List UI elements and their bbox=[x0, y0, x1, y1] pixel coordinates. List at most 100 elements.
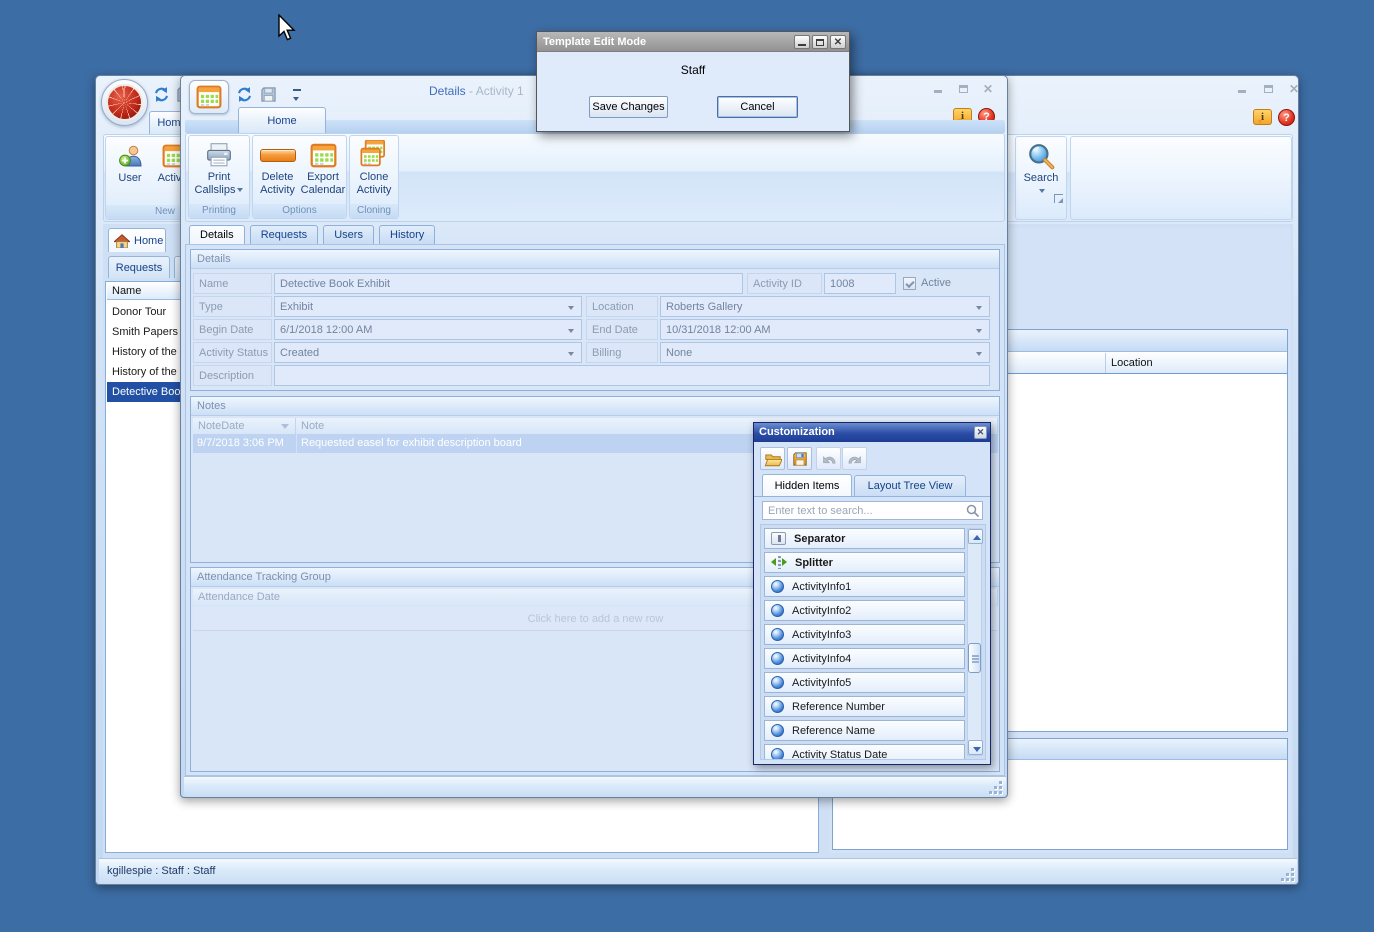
activity-status-combo[interactable]: Created bbox=[274, 342, 582, 363]
refresh-icon[interactable] bbox=[236, 86, 253, 106]
sidebar-tab-home-label: Home bbox=[134, 229, 163, 253]
resize-grip[interactable] bbox=[990, 782, 1002, 794]
tab-history[interactable]: History bbox=[379, 225, 435, 245]
close-icon[interactable]: ✕ bbox=[974, 426, 987, 439]
save-layout-button[interactable] bbox=[787, 447, 812, 470]
sidebar-tab-requests[interactable]: Requests bbox=[108, 256, 170, 278]
end-date-label: End Date bbox=[586, 319, 658, 340]
desktop: { "template_dialog": { "title": "Templat… bbox=[0, 0, 1374, 932]
export-calendar-label1: Export bbox=[300, 171, 346, 184]
tab-history-label: History bbox=[390, 229, 424, 241]
description-field[interactable] bbox=[274, 365, 990, 386]
maximize-button[interactable] bbox=[954, 82, 972, 96]
open-layout-button[interactable] bbox=[760, 447, 785, 470]
maximize-button[interactable] bbox=[812, 35, 828, 49]
tab-layout-tree-view[interactable]: Layout Tree View bbox=[854, 475, 966, 496]
search-button[interactable]: Search bbox=[1019, 140, 1063, 197]
begin-date-combo[interactable]: 6/1/2018 12:00 AM bbox=[274, 319, 582, 340]
template-dialog-title-label: Template Edit Mode bbox=[543, 36, 646, 48]
hidden-item[interactable]: Reference Number bbox=[764, 696, 965, 717]
end-date-combo[interactable]: 10/31/2018 12:00 AM bbox=[660, 319, 990, 340]
hidden-item-splitter[interactable]: Splitter bbox=[764, 552, 965, 573]
hidden-item-separator[interactable]: Separator bbox=[764, 528, 965, 549]
delete-activity-label2: Activity bbox=[255, 184, 300, 197]
folder-open-icon bbox=[764, 451, 782, 467]
qat-customize-icon[interactable] bbox=[293, 89, 302, 105]
save-changes-label: Save Changes bbox=[592, 101, 664, 113]
search-icon[interactable] bbox=[966, 504, 979, 517]
close-button[interactable]: ✕ bbox=[1285, 82, 1303, 96]
details-group-caption: Details bbox=[191, 250, 999, 269]
minimize-button[interactable] bbox=[929, 82, 947, 96]
about-icon[interactable]: i bbox=[1253, 109, 1272, 125]
customization-titlebar[interactable]: Customization ✕ bbox=[754, 423, 990, 442]
maximize-button[interactable] bbox=[1259, 82, 1277, 96]
hidden-item[interactable]: ActivityInfo1 bbox=[764, 576, 965, 597]
notes-col-notedate[interactable]: NoteDate bbox=[193, 418, 296, 434]
field-sphere-icon bbox=[771, 700, 784, 713]
location-combo[interactable]: Roberts Gallery bbox=[660, 296, 990, 317]
hidden-item[interactable]: Reference Name bbox=[764, 720, 965, 741]
hidden-item[interactable]: ActivityInfo3 bbox=[764, 624, 965, 645]
application-logo-button[interactable] bbox=[101, 79, 148, 126]
refresh-icon[interactable] bbox=[153, 86, 170, 106]
minimize-button[interactable] bbox=[1233, 82, 1251, 96]
hidden-item-label: ActivityInfo3 bbox=[792, 629, 851, 641]
close-button[interactable]: ✕ bbox=[979, 82, 997, 96]
type-combo[interactable]: Exhibit bbox=[274, 296, 582, 317]
clone-activity-label1: Clone bbox=[352, 171, 396, 184]
field-sphere-icon bbox=[771, 676, 784, 689]
tab-hidden-items[interactable]: Hidden Items bbox=[762, 474, 852, 496]
hidden-item[interactable]: Activity Status Date bbox=[764, 744, 965, 760]
help-icon[interactable]: ? bbox=[1278, 109, 1295, 126]
save-changes-button[interactable]: Save Changes bbox=[589, 96, 668, 118]
activity-id-field[interactable]: 1008 bbox=[824, 273, 896, 294]
close-button[interactable]: ✕ bbox=[830, 35, 846, 49]
delete-activity-button[interactable]: Delete Activity bbox=[255, 139, 300, 197]
tab-details[interactable]: Details bbox=[189, 225, 245, 245]
search-input[interactable] bbox=[762, 501, 983, 520]
export-calendar-button[interactable]: Export Calendar bbox=[300, 139, 346, 197]
hidden-item[interactable]: ActivityInfo2 bbox=[764, 600, 965, 621]
search-icon bbox=[1019, 140, 1063, 172]
active-checkbox[interactable] bbox=[903, 277, 916, 290]
sidebar-tab-requests-label: Requests bbox=[116, 262, 162, 274]
resize-grip[interactable] bbox=[1282, 869, 1294, 881]
redo-button[interactable] bbox=[842, 447, 867, 470]
tab-users[interactable]: Users bbox=[323, 225, 374, 245]
new-user-label: User bbox=[111, 172, 149, 185]
save-icon[interactable] bbox=[260, 86, 277, 106]
list-row-label: History of the bbox=[112, 346, 177, 358]
scroll-up-icon[interactable] bbox=[968, 529, 983, 544]
hidden-item-label: ActivityInfo4 bbox=[792, 653, 851, 665]
list-row-label: Smith Papers P bbox=[112, 326, 188, 338]
sidebar-tab-home[interactable]: Home bbox=[108, 228, 166, 252]
cancel-button[interactable]: Cancel bbox=[717, 96, 798, 118]
save-icon bbox=[792, 451, 808, 467]
scroll-down-icon[interactable] bbox=[968, 740, 983, 755]
scroll-thumb[interactable] bbox=[968, 643, 981, 673]
main-status-bar: kgillespie : Staff : Staff bbox=[99, 858, 1297, 884]
print-callslips-button[interactable]: Print Callslips bbox=[191, 139, 247, 197]
search-dialog-launcher-icon[interactable] bbox=[1054, 194, 1063, 203]
note-row-text: Requested easel for exhibit description … bbox=[301, 434, 522, 453]
clone-activity-button[interactable]: Clone Activity bbox=[352, 139, 396, 197]
hidden-item[interactable]: ActivityInfo4 bbox=[764, 648, 965, 669]
tab-users-label: Users bbox=[334, 229, 363, 241]
new-user-button[interactable]: User bbox=[111, 140, 149, 185]
hidden-item-label: Reference Name bbox=[792, 725, 875, 737]
minimize-button[interactable] bbox=[794, 35, 810, 49]
column-header-location[interactable]: Location bbox=[1111, 353, 1153, 374]
hidden-item-label: Splitter bbox=[795, 557, 833, 569]
separator-icon bbox=[771, 532, 786, 545]
tab-requests[interactable]: Requests bbox=[250, 225, 318, 245]
hidden-item[interactable]: ActivityInfo5 bbox=[764, 672, 965, 693]
list-scrollbar[interactable] bbox=[967, 528, 982, 756]
details-app-button[interactable] bbox=[189, 80, 229, 114]
billing-category-label: Billing Category bbox=[586, 342, 658, 363]
details-ribbon-tab-home[interactable]: Home bbox=[238, 107, 326, 133]
field-sphere-icon bbox=[771, 652, 784, 665]
name-field[interactable]: Detective Book Exhibit bbox=[274, 273, 743, 294]
billing-category-combo[interactable]: None bbox=[660, 342, 990, 363]
undo-button[interactable] bbox=[816, 447, 841, 470]
